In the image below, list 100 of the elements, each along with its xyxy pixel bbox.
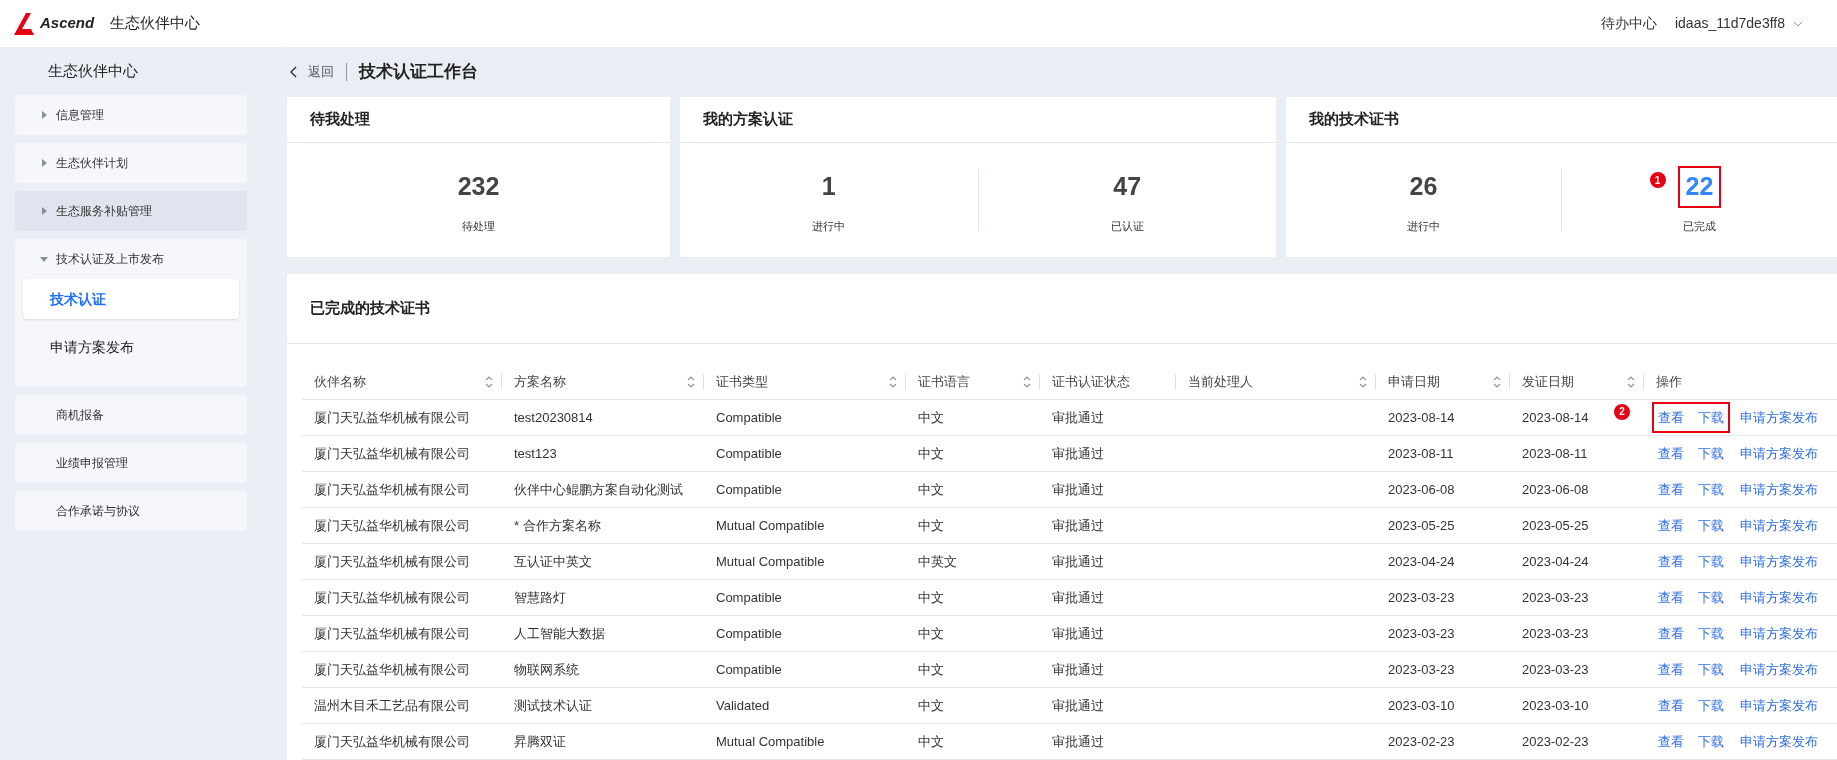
sort-icon[interactable] xyxy=(888,374,898,389)
action-link[interactable]: 申请方案发布 xyxy=(1740,407,1818,428)
table-cell: 审批通过 xyxy=(1052,733,1104,749)
sort-icon[interactable] xyxy=(1492,374,1502,389)
card-title: 我的方案认证 xyxy=(680,97,1276,143)
annotation-badge: 2 xyxy=(1614,403,1630,420)
table-cell: 2023-05-25 xyxy=(1522,517,1589,533)
sidebar-item[interactable]: 生态服务补贴管理 xyxy=(15,191,247,231)
back-button[interactable]: 返回 xyxy=(290,62,334,82)
column-header: 伙伴名称 xyxy=(314,372,366,391)
action-link[interactable]: 查看 xyxy=(1658,623,1684,644)
column-header: 证书认证状态 xyxy=(1052,372,1130,391)
sidebar-subitem[interactable]: 技术认证 xyxy=(23,279,239,319)
table-cell: 厦门天弘益华机械有限公司 xyxy=(314,661,470,677)
sidebar-item[interactable]: 信息管理 xyxy=(15,95,247,135)
action-link[interactable]: 查看 xyxy=(1658,659,1684,680)
table-cell: 中文 xyxy=(918,409,944,425)
table-cell: 审批通过 xyxy=(1052,481,1104,497)
action-link[interactable]: 下载 xyxy=(1698,731,1724,752)
sidebar-item[interactable]: 业绩申报管理 xyxy=(15,443,247,483)
sidebar-item[interactable]: 商机报备 xyxy=(15,395,247,435)
action-link[interactable]: 申请方案发布 xyxy=(1740,659,1818,680)
table-cell: 审批通过 xyxy=(1052,625,1104,641)
action-link[interactable]: 申请方案发布 xyxy=(1740,479,1818,500)
table-cell: 2023-03-10 xyxy=(1522,697,1589,713)
action-link[interactable]: 下载 xyxy=(1698,551,1724,572)
table-cell: 中文 xyxy=(918,625,944,641)
table-cell: 2023-06-08 xyxy=(1388,481,1455,497)
table-cell: 厦门天弘益华机械有限公司 xyxy=(314,589,470,605)
table-cell: Compatible xyxy=(716,445,782,461)
caret-icon xyxy=(40,111,48,119)
column-header: 证书语言 xyxy=(918,372,970,391)
action-link[interactable]: 下载 xyxy=(1698,695,1724,716)
action-link[interactable]: 下载 xyxy=(1698,443,1724,464)
action-link[interactable]: 查看 xyxy=(1658,551,1684,572)
stat-value: 1 xyxy=(820,171,837,202)
table-cell: 2023-03-23 xyxy=(1522,589,1589,605)
action-link[interactable]: 下载 xyxy=(1698,479,1724,500)
action-link[interactable]: 申请方案发布 xyxy=(1740,731,1818,752)
stat-label: 已完成 xyxy=(1683,218,1716,234)
column-header: 发证日期 xyxy=(1522,372,1574,391)
sidebar-subitem[interactable]: 申请方案发布 xyxy=(23,327,239,367)
table-cell: 2023-04-24 xyxy=(1522,553,1589,569)
action-link[interactable]: 下载 xyxy=(1698,623,1724,644)
table-cell: 中文 xyxy=(918,733,944,749)
table-cell: Compatible xyxy=(716,409,782,425)
table-cell: 审批通过 xyxy=(1052,553,1104,569)
card-title: 我的技术证书 xyxy=(1286,97,1837,143)
sort-icon[interactable] xyxy=(1358,374,1368,389)
action-link[interactable]: 查看 xyxy=(1658,515,1684,536)
chevron-left-icon xyxy=(290,66,298,78)
table-cell: 2023-08-14 xyxy=(1388,409,1455,425)
table-cell: Mutual Compatible xyxy=(716,733,825,749)
sort-icon[interactable] xyxy=(484,374,494,389)
table-cell: 审批通过 xyxy=(1052,589,1104,605)
action-link[interactable]: 查看 xyxy=(1658,695,1684,716)
table-cell: 2023-03-10 xyxy=(1388,697,1455,713)
sort-icon[interactable] xyxy=(1022,374,1032,389)
annotation-badge: 1 xyxy=(1649,172,1666,188)
table-cell: 人工智能大数据 xyxy=(514,625,605,641)
sidebar-item[interactable]: 合作承诺与协议 xyxy=(15,491,247,531)
table-cell: 2023-02-23 xyxy=(1388,733,1455,749)
table-cell: 2023-04-24 xyxy=(1388,553,1455,569)
sidebar-item[interactable]: 生态伙伴计划 xyxy=(15,143,247,183)
user-menu[interactable]: idaas_11d7de3ff8 xyxy=(1674,13,1803,34)
action-link[interactable]: 申请方案发布 xyxy=(1740,551,1818,572)
action-link[interactable]: 申请方案发布 xyxy=(1740,623,1818,644)
sort-icon[interactable] xyxy=(1626,374,1636,389)
action-link[interactable]: 下载 xyxy=(1698,515,1724,536)
action-link[interactable]: 申请方案发布 xyxy=(1740,587,1818,608)
table-cell: 审批通过 xyxy=(1052,445,1104,461)
action-link[interactable]: 申请方案发布 xyxy=(1740,443,1818,464)
table-cell: 温州木目禾工艺品有限公司 xyxy=(314,697,470,713)
table-cell: 物联网系统 xyxy=(514,661,579,677)
table-cell: 厦门天弘益华机械有限公司 xyxy=(314,553,470,569)
sort-icon[interactable] xyxy=(686,374,696,389)
table-cell: 审批通过 xyxy=(1052,697,1104,713)
table-cell: 厦门天弘益华机械有限公司 xyxy=(314,445,470,461)
action-link[interactable]: 申请方案发布 xyxy=(1740,515,1818,536)
table-cell: 审批通过 xyxy=(1052,661,1104,677)
action-link[interactable]: 查看 xyxy=(1658,479,1684,500)
action-link[interactable]: 查看 xyxy=(1658,443,1684,464)
stat-value[interactable]: 22 xyxy=(1677,166,1722,208)
action-link[interactable]: 查看 xyxy=(1658,407,1684,428)
action-link[interactable]: 下载 xyxy=(1698,587,1724,608)
action-link[interactable]: 下载 xyxy=(1698,407,1724,428)
table-cell: 2023-03-23 xyxy=(1388,661,1455,677)
table-cell: 2023-08-14 xyxy=(1522,409,1589,425)
table-cell: Validated xyxy=(716,697,770,713)
action-link[interactable]: 下载 xyxy=(1698,659,1724,680)
table-cell: test123 xyxy=(514,445,557,461)
action-link[interactable]: 查看 xyxy=(1658,587,1684,608)
table-cell: Compatible xyxy=(716,625,782,641)
table-cell: 互认证中英文 xyxy=(514,553,592,569)
action-link[interactable]: 申请方案发布 xyxy=(1740,695,1818,716)
sidebar-item[interactable]: 技术认证及上市发布 xyxy=(15,239,247,279)
action-link[interactable]: 查看 xyxy=(1658,731,1684,752)
todo-link[interactable]: 待办中心 xyxy=(1600,13,1657,34)
table-cell: Compatible xyxy=(716,589,782,605)
table-cell: 伙伴中心鲲鹏方案自动化测试 xyxy=(514,481,683,497)
